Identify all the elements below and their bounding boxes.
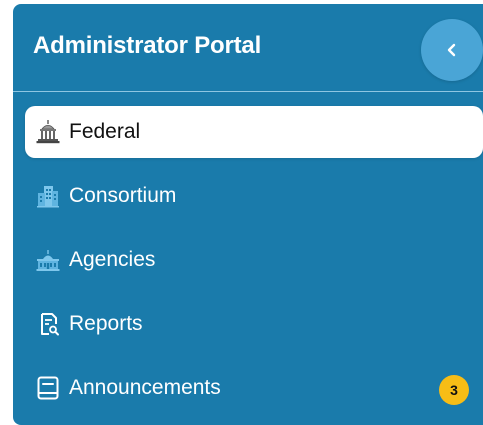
- collapse-sidebar-button[interactable]: [421, 19, 483, 81]
- nav-item-reports[interactable]: Reports: [25, 298, 483, 350]
- sidebar-header: Administrator Portal: [13, 4, 483, 92]
- nav-label-agencies: Agencies: [69, 248, 156, 271]
- nav-item-agencies[interactable]: Agencies: [25, 234, 483, 286]
- government-building-icon: [36, 250, 60, 271]
- capitol-building-icon: [36, 120, 60, 144]
- nav-label-consortium: Consortium: [69, 184, 177, 207]
- nav-item-announcements[interactable]: Announcements 3: [25, 362, 483, 414]
- nav-label-reports: Reports: [69, 312, 143, 335]
- report-search-icon: [41, 313, 59, 336]
- office-buildings-icon: [37, 186, 59, 208]
- nav-item-federal[interactable]: Federal: [25, 106, 483, 158]
- portal-title: Administrator Portal: [33, 32, 262, 59]
- announcement-book-icon: [37, 376, 59, 400]
- nav-label-federal: Federal: [69, 120, 141, 143]
- chevron-left-icon: [447, 43, 456, 57]
- nav-item-consortium[interactable]: Consortium: [25, 170, 483, 222]
- sidebar: Administrator Portal Federal Consortium …: [13, 4, 483, 425]
- notification-badge: 3: [439, 375, 469, 405]
- nav-label-announcements: Announcements: [69, 376, 221, 399]
